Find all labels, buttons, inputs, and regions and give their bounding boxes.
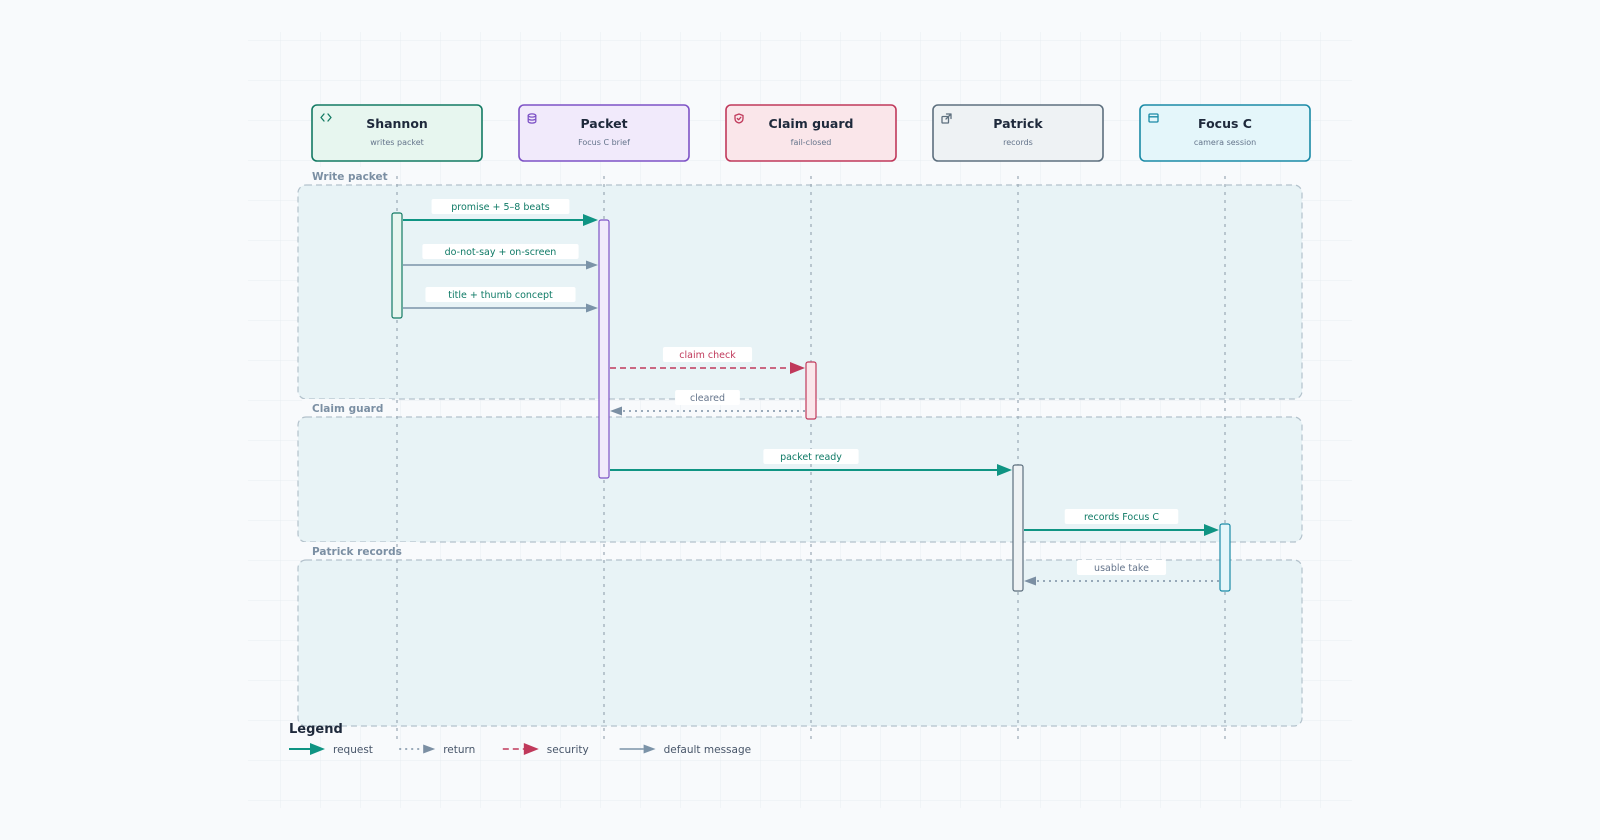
- legend-label: return: [443, 744, 475, 756]
- participant-patrick: Patrick records: [932, 104, 1104, 162]
- message-do-not-say-on-screen: do-not-say + on-screen: [403, 244, 598, 270]
- participant-packet: Packet Focus C brief: [518, 104, 690, 162]
- participant-subtitle: records: [1003, 138, 1033, 147]
- participant-box: [932, 104, 1104, 162]
- participant-shannon: Shannon writes packet: [311, 104, 483, 162]
- participant-subtitle: writes packet: [370, 138, 424, 147]
- legend-title: Legend: [289, 722, 343, 737]
- group-label: Claim guard: [312, 403, 383, 415]
- participant-box: [1139, 104, 1311, 162]
- participant-name: Focus C: [1198, 116, 1252, 131]
- message-label: usable take: [1094, 563, 1149, 574]
- message-label: packet ready: [780, 452, 842, 463]
- legend-label: default message: [664, 744, 751, 756]
- group-label: Patrick records: [312, 546, 402, 558]
- legend-label: request: [333, 744, 373, 756]
- sequence-diagram: Write packet Claim guard Patrick records S…: [248, 32, 1352, 808]
- message-label: claim check: [679, 350, 736, 361]
- participant-subtitle: Focus C brief: [578, 138, 630, 147]
- participant-box: [518, 104, 690, 162]
- participant-subtitle: fail-closed: [791, 138, 832, 147]
- participant-name: Shannon: [366, 116, 428, 131]
- participant-box: [725, 104, 897, 162]
- message-label: title + thumb concept: [448, 290, 553, 301]
- participant-focus-c: Focus C camera session: [1139, 104, 1311, 162]
- participant-name: Packet: [580, 116, 627, 131]
- message-title-thumb-concept: title + thumb concept: [403, 287, 598, 313]
- message-label: records Focus C: [1084, 512, 1159, 523]
- participant-name: Patrick: [993, 116, 1043, 131]
- participants-layer: Shannon writes packet Packet Focus C brief C…: [311, 104, 1311, 162]
- activation-shannon: [391, 212, 403, 319]
- legend-label: security: [547, 744, 589, 756]
- participant-claim-guard: Claim guard fail-closed: [725, 104, 897, 162]
- activation-patrick: [1012, 464, 1024, 592]
- message-label: cleared: [690, 393, 725, 404]
- activation-packet: [598, 219, 610, 479]
- participant-subtitle: camera session: [1194, 138, 1256, 147]
- activation-claim-guard: [805, 361, 817, 420]
- group-box: [297, 559, 1303, 727]
- message-label: promise + 5–8 beats: [451, 202, 550, 213]
- message-label: do-not-say + on-screen: [445, 247, 557, 258]
- participant-name: Claim guard: [769, 116, 854, 131]
- activation-focus-c: [1219, 523, 1231, 592]
- group-label: Write packet: [312, 171, 388, 183]
- participant-box: [311, 104, 483, 162]
